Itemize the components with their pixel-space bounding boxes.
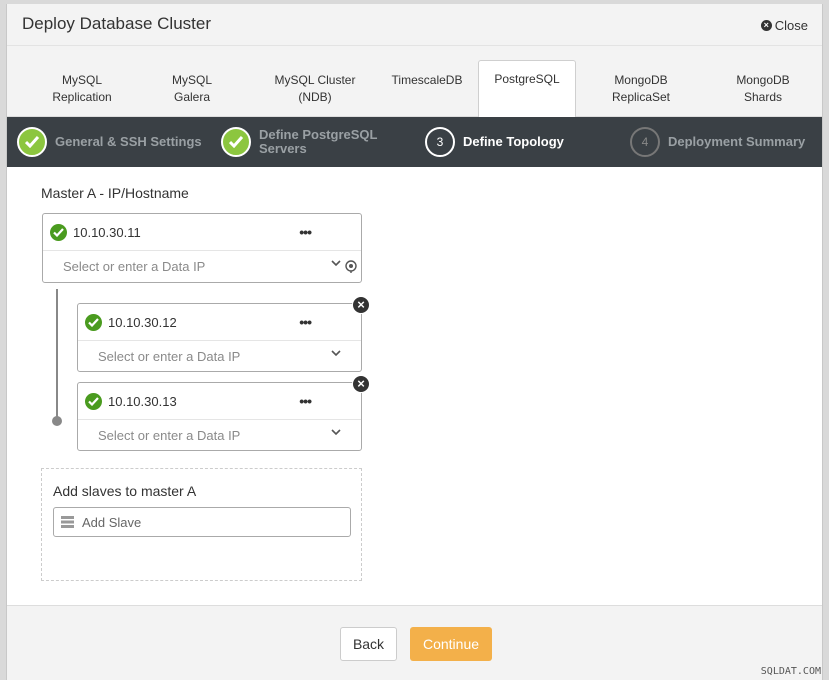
node-header: 10.10.30.13 ••• [78,383,361,420]
check-circle-icon [85,313,102,331]
server-icon [61,516,74,528]
step-define-topology[interactable]: 3 Define Topology [425,127,564,157]
more-options-icon[interactable]: ••• [299,224,312,240]
node-hostname: 10.10.30.12 [108,314,177,330]
database-tabs: MySQL Replication MySQL Galera MySQL Clu… [7,46,822,118]
tab-label: MongoDB [614,73,668,87]
close-label: Close [774,18,808,33]
data-ip-select[interactable]: Select or enter a Data IP [78,341,361,372]
node-hostname: 10.10.30.13 [108,393,177,409]
remove-node-icon[interactable]: × [352,375,370,393]
more-options-icon[interactable]: ••• [299,314,312,330]
watermark: SQLDAT.COM [760,666,821,677]
tab-postgresql[interactable]: PostgreSQL [478,60,576,118]
check-icon [221,127,251,157]
tab-mysql-replication[interactable]: MySQL Replication [33,62,131,117]
continue-button[interactable]: Continue [410,627,492,661]
check-circle-icon [85,392,102,410]
step-number: 3 [425,127,455,157]
add-slave-placeholder: Add Slave [82,514,142,530]
add-slaves-panel: Add slaves to master A Add Slave [41,468,362,581]
step-label: Define Topology [463,134,564,149]
node-hostname: 10.10.30.11 [73,224,141,240]
add-slaves-label: Add slaves to master A [53,483,197,499]
check-icon [17,127,47,157]
chevron-down-icon[interactable] [331,259,341,267]
step-label: General & SSH Settings [55,134,202,149]
slave-node-card: 10.10.30.13 ••• Select or enter a Data I… [77,382,362,451]
tab-label: Replication [52,90,112,104]
chevron-down-icon[interactable] [331,349,341,357]
location-pin-icon[interactable] [344,260,358,274]
tab-label: Shards [743,90,783,104]
tab-mysql-cluster-ndb[interactable]: MySQL Cluster (NDB) [260,62,370,117]
remove-node-icon[interactable]: × [352,296,370,314]
node-header: 10.10.30.11 ••• [43,214,361,251]
slave-node-card: 10.10.30.12 ••• Select or enter a Data I… [77,303,362,372]
step-label-line: Define PostgreSQL [259,127,378,142]
data-ip-select[interactable]: Select or enter a Data IP [43,251,361,282]
dialog-title: Deploy Database Cluster [22,14,211,33]
chevron-down-icon[interactable] [331,428,341,436]
dialog-footer: Back Continue [7,605,822,680]
close-icon: × [760,20,772,31]
data-ip-placeholder: Select or enter a Data IP [63,259,206,274]
tab-label: Galera [173,90,211,104]
step-number: 4 [630,127,660,157]
tab-label: PostgreSQL [494,72,560,86]
step-deployment-summary[interactable]: 4 Deployment Summary [630,127,805,157]
tab-label: MongoDB [736,73,790,87]
step-define-servers[interactable]: Define PostgreSQL Servers [221,127,377,157]
step-label: Define PostgreSQL Servers [259,128,377,156]
tab-label: MySQL [61,73,102,87]
back-button[interactable]: Back [340,627,397,661]
check-circle-icon [50,223,67,241]
tab-label: ReplicaSet [611,90,671,104]
deploy-dialog: Deploy Database Cluster × Close MySQL Re… [6,4,823,680]
master-node-card: 10.10.30.11 ••• Select or enter a Data I… [42,213,362,283]
tab-label: (NDB) [298,90,332,104]
data-ip-select[interactable]: Select or enter a Data IP [78,420,361,451]
tab-mongodb-shards[interactable]: MongoDB Shards [714,62,812,117]
step-general-ssh[interactable]: General & SSH Settings [17,127,202,157]
close-button[interactable]: × Close [760,18,808,33]
more-options-icon[interactable]: ••• [299,393,312,409]
add-slave-input[interactable]: Add Slave [53,507,351,537]
data-ip-placeholder: Select or enter a Data IP [98,349,241,364]
node-header: 10.10.30.12 ••• [78,304,361,341]
topology-connector-line [56,289,58,421]
wizard-steps: General & SSH Settings Define PostgreSQL… [7,117,822,167]
topology-content: Master A - IP/Hostname 10.10.30.11 ••• S… [7,167,822,605]
step-label-line: Servers [259,141,307,156]
step-label: Deployment Summary [668,134,806,149]
topology-connector-dot [52,416,62,426]
tab-label: TimescaleDB [391,73,463,87]
tab-mysql-galera[interactable]: MySQL Galera [143,62,241,117]
tab-label: MySQL Cluster [274,73,356,87]
tab-label: MySQL [171,73,212,87]
tab-timescaledb[interactable]: TimescaleDB [378,62,476,117]
dialog-header: Deploy Database Cluster × Close [7,4,822,46]
master-label: Master A - IP/Hostname [41,185,189,201]
tab-mongodb-replicaset[interactable]: MongoDB ReplicaSet [592,62,690,117]
data-ip-placeholder: Select or enter a Data IP [98,428,241,443]
